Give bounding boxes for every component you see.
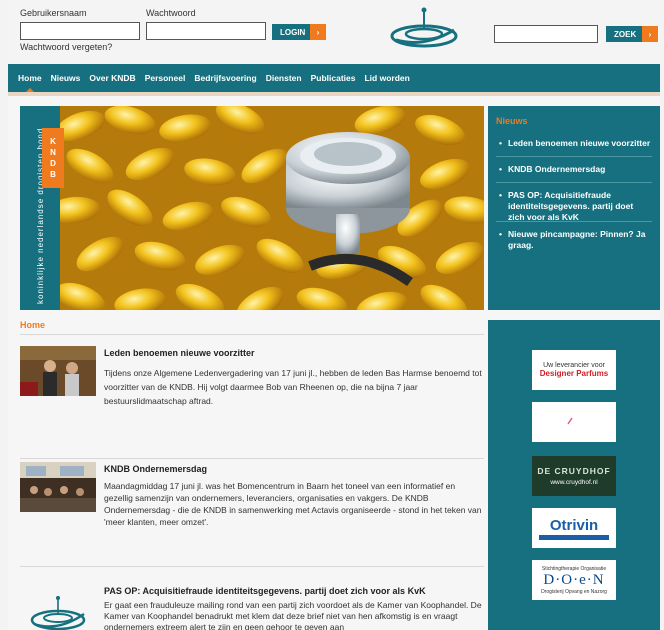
article-item: PAS OP: Acquisitiefraude identiteitsgege…: [20, 584, 484, 630]
username-label: Gebruikersnaam: [20, 8, 87, 18]
sponsor-text: Designer Parfums: [539, 369, 609, 378]
article-thumbnail[interactable]: [20, 346, 96, 396]
sponsor-logo-icon: [567, 417, 573, 425]
nav-bedrijfsvoering[interactable]: Bedrijfsvoering: [194, 73, 256, 83]
password-input[interactable]: [146, 22, 266, 40]
capsules-stethoscope-image: [60, 106, 484, 310]
search-button[interactable]: ZOEK ›: [606, 26, 658, 42]
banner-side-strip: koninklijke nederlandse drogisten bond: [20, 106, 45, 310]
nav-lid-worden[interactable]: Lid worden: [364, 73, 409, 83]
sponsor-text: www.cruydhof.nl: [550, 479, 598, 486]
news-box-title: Nieuws: [496, 116, 528, 126]
article-item: Leden benoemen nieuwe voorzitter Tijdens…: [20, 346, 484, 459]
divider: [539, 534, 609, 540]
arrow-right-icon: ›: [642, 26, 658, 42]
nav-nieuws[interactable]: Nieuws: [51, 73, 81, 83]
divider: [20, 458, 484, 459]
article-title[interactable]: PAS OP: Acquisitiefraude identiteitsgege…: [104, 586, 426, 596]
login-button-label: LOGIN: [280, 27, 306, 37]
search-button-label: ZOEK: [614, 29, 637, 39]
sponsor-banner[interactable]: [532, 402, 616, 442]
news-item[interactable]: Leden benoemen nieuwe voorzitter: [496, 138, 652, 157]
tag-letter: N: [50, 148, 56, 157]
nav-diensten[interactable]: Diensten: [266, 73, 302, 83]
article-body: Er gaat een frauduleuze mailing rond van…: [104, 600, 482, 630]
nav-divider: [8, 92, 660, 96]
divider: [20, 334, 484, 335]
sponsor-designer-parfums[interactable]: Uw leverancier voor Designer Parfums: [532, 350, 616, 390]
sponsor-text: DE CRUYDHOF: [537, 466, 611, 476]
sponsor-cruydhof[interactable]: DE CRUYDHOF www.cruydhof.nl: [532, 456, 616, 496]
nav-home[interactable]: Home: [18, 73, 42, 92]
news-box: Nieuws Leden benoemen nieuwe voorzitter …: [488, 106, 660, 310]
sponsor-doen[interactable]: Stichtingtherapie Organisatie D·O·e·N Dr…: [532, 560, 616, 600]
sponsor-text: Uw leverancier voor: [543, 362, 605, 369]
news-item[interactable]: PAS OP: Acquisitiefraude identiteitsgege…: [496, 190, 652, 222]
search-input[interactable]: [494, 25, 598, 43]
kndb-logo-thumbnail[interactable]: [20, 590, 96, 630]
tag-letter: D: [50, 159, 56, 168]
news-item[interactable]: Nieuwe pincampagne: Pinnen? Ja graag.: [496, 229, 652, 258]
article-title[interactable]: Leden benoemen nieuwe voorzitter: [104, 348, 255, 358]
kndb-tag: K N D B: [42, 128, 64, 188]
article-item: KNDB Ondernemersdag Maandagmiddag 17 jun…: [20, 462, 484, 567]
password-label: Wachtwoord: [146, 8, 196, 18]
news-list: Leden benoemen nieuwe voorzitter KNDB On…: [496, 138, 652, 258]
article-body: Tijdens onze Algemene Ledenvergadering v…: [104, 368, 482, 406]
kndb-logo[interactable]: [388, 4, 460, 50]
divider: [20, 566, 484, 567]
breadcrumb[interactable]: Home: [20, 320, 45, 330]
nav-personeel[interactable]: Personeel: [145, 73, 186, 83]
login-bar: Gebruikersnaam Wachtwoord LOGIN › Wachtw…: [8, 0, 660, 64]
sponsor-otrivin[interactable]: Otrivin: [532, 508, 616, 548]
sponsor-sidebar: Uw leverancier voor Designer Parfums DE …: [488, 320, 660, 630]
sponsor-text: D·O·e·N: [543, 571, 605, 588]
page: Gebruikersnaam Wachtwoord LOGIN › Wachtw…: [8, 0, 660, 630]
nav-over-kndb[interactable]: Over KNDB: [89, 73, 135, 83]
article-body: Maandagmiddag 17 juni jl. was het Bomenc…: [104, 481, 482, 527]
sponsor-text: Drogisterij Opvang en Nazorg: [541, 588, 607, 595]
news-item[interactable]: KNDB Ondernemersdag: [496, 164, 652, 183]
tag-letter: B: [50, 170, 56, 179]
tag-letter: K: [50, 137, 56, 146]
arrow-right-icon: ›: [310, 24, 326, 40]
article-title[interactable]: KNDB Ondernemersdag: [104, 464, 207, 474]
article-thumbnail[interactable]: [20, 462, 96, 512]
username-input[interactable]: [20, 22, 140, 40]
nav-publicaties[interactable]: Publicaties: [311, 73, 356, 83]
main-nav: Home Nieuws Over KNDB Personeel Bedrijfs…: [8, 64, 660, 92]
hero-banner: koninklijke nederlandse drogisten bond K…: [20, 106, 484, 310]
forgot-password-link[interactable]: Wachtwoord vergeten?: [20, 42, 112, 52]
sponsor-text: Otrivin: [549, 516, 599, 534]
login-button[interactable]: LOGIN ›: [272, 24, 326, 40]
